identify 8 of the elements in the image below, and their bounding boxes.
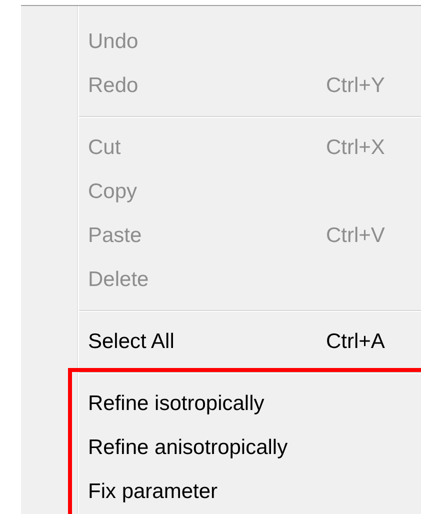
menu-item[interactable]: Fix parameter xyxy=(88,476,218,508)
menu-item[interactable]: Refine anisotropically xyxy=(88,432,288,464)
shortcut-label: Ctrl+X xyxy=(326,135,385,162)
menu-item[interactable]: Refine isotropically xyxy=(88,388,264,420)
menu-item[interactable]: Select All xyxy=(88,326,174,358)
shortcut-label: Ctrl+Y xyxy=(326,73,385,100)
shortcut-label: Ctrl+V xyxy=(326,223,385,250)
shortcut-label: Ctrl+A xyxy=(326,329,385,356)
